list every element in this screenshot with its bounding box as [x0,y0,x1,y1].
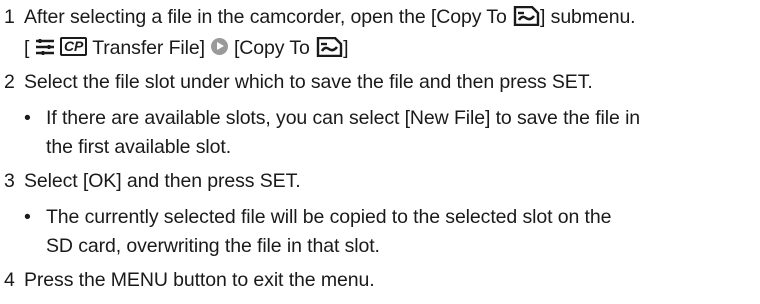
step-text: After selecting a file in the camcorder,… [24,6,513,28]
step-2-note-cont: the first available slot. [46,135,231,159]
step-2-note: • If there are available slots, you can s… [24,106,640,130]
note-text: The currently selected file will be copi… [46,206,612,228]
note-text: SD card, overwriting the file in that sl… [46,235,380,257]
menu-target-tail: ] [343,37,349,59]
menu-path: [ CP Transfer File] [Copy To ] [24,36,348,60]
note-text: If there are available slots, you can se… [46,107,641,129]
menu-item: Transfer File] [87,37,205,59]
instruction-document: 1 After selecting a file in the camcorder… [0,0,760,304]
step-number: 3 [4,170,15,192]
step-text: Press the MENU button to exit the menu. [24,269,375,291]
sd-card-icon [315,36,343,57]
step-4: 4 Press the MENU button to exit the menu. [4,268,375,292]
step-text: Select the file slot under which to save… [24,71,593,93]
step-number: 4 [4,269,15,291]
cp-label: CP [59,37,88,57]
bullet: • [24,206,31,228]
step-3: 3 Select [OK] and then press SET. [4,169,301,193]
right-arrow-circle-icon [210,38,228,56]
menu-open-bracket: [ [24,37,30,59]
step-1: 1 After selecting a file in the camcorder… [4,5,636,29]
step-3-note-cont: SD card, overwriting the file in that sl… [46,234,380,258]
step-2: 2 Select the file slot under which to sav… [4,70,593,94]
note-text: the first available slot. [46,136,232,158]
bullet: • [24,107,31,129]
step-number: 1 [4,6,15,28]
step-number: 2 [4,71,15,93]
step-text-tail: ] submenu. [540,6,636,28]
menu-target: [Copy To [233,37,316,59]
menu-icon [35,38,55,56]
sd-card-icon [512,5,540,26]
step-text: Select [OK] and then press SET. [24,170,301,192]
step-3-note: • The currently selected file will be cop… [24,205,611,229]
